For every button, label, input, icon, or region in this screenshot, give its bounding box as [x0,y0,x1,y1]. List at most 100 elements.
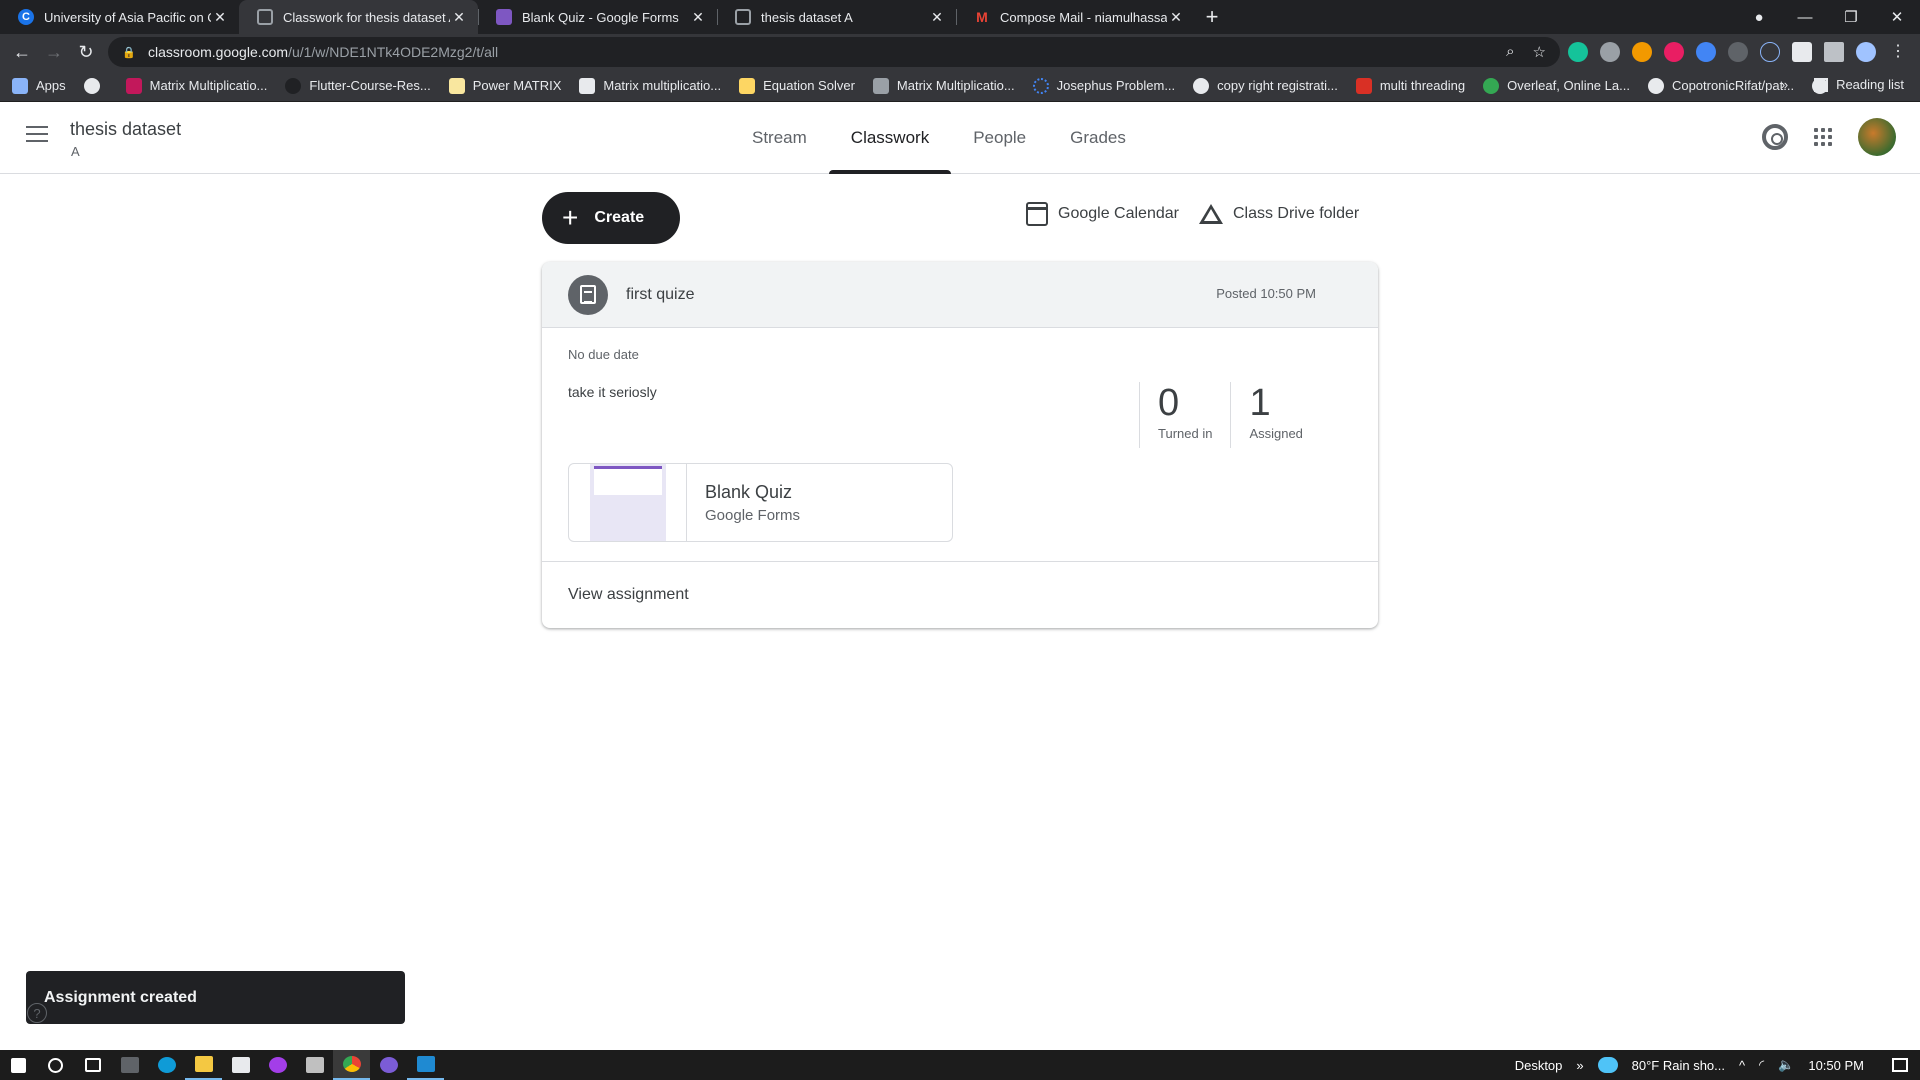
search-button[interactable] [37,1050,74,1080]
task-view-button[interactable] [74,1050,111,1080]
extensions-puzzle-icon[interactable] [1792,42,1812,62]
chevron-icon[interactable]: » [1576,1058,1583,1073]
profile-dot-icon[interactable]: ● [1736,9,1782,26]
turned-in-label: Turned in [1158,426,1213,441]
network-icon[interactable]: ◜ [1759,1057,1764,1073]
vscode-icon [416,1056,435,1072]
attachment-type: Google Forms [705,507,801,524]
screenshot-extension-icon[interactable] [1600,42,1620,62]
tab-people[interactable]: People [951,102,1048,174]
bookmark-item[interactable] [83,77,108,94]
main-menu-icon[interactable] [26,126,48,147]
help-icon[interactable]: ? [27,1003,47,1023]
extension-icon[interactable] [1632,42,1652,62]
minimize-button[interactable]: — [1782,9,1828,26]
class-drive-folder-link[interactable]: Class Drive folder [1198,202,1359,226]
taskbar-app[interactable] [111,1050,148,1080]
taskbar-app[interactable] [370,1050,407,1080]
desktop-toolbar[interactable]: Desktop [1515,1058,1563,1073]
reading-list-icon [1814,77,1829,92]
weather-icon [1597,1057,1618,1073]
volume-icon[interactable]: 🔈 [1778,1057,1794,1073]
bookmark-item[interactable]: Equation Solver [739,77,855,94]
taskbar-app[interactable] [296,1050,333,1080]
class-name[interactable]: thesis dataset [70,119,181,140]
bookmark-item[interactable]: Power MATRIX [448,77,561,94]
reload-button[interactable]: ↻ [70,36,102,68]
attachment-title: Blank Quiz [705,482,793,502]
reading-list-button[interactable]: » Reading list [1781,77,1904,92]
taskbar-app[interactable] [185,1050,222,1080]
bookmark-favicon-icon [872,77,889,94]
bookmark-item[interactable]: Overleaf, Online La... [1483,77,1630,94]
browser-tab-active[interactable]: Classwork for thesis dataset A ✕ [239,0,478,34]
tab-grades[interactable]: Grades [1048,102,1148,174]
zoom-icon[interactable]: ⌕ [1506,43,1514,61]
restore-button[interactable]: ❐ [1828,8,1874,26]
browser-tab[interactable]: C University of Asia Pacific on Cour ✕ [0,0,239,34]
close-tab-icon[interactable]: ✕ [689,9,707,26]
snackbar: Assignment created [26,971,405,1024]
profile-avatar-icon[interactable] [1856,42,1876,62]
media-control-icon[interactable] [1824,42,1844,62]
taskbar-app[interactable] [407,1050,444,1080]
close-tab-icon[interactable]: ✕ [450,9,468,26]
bookmark-item[interactable]: Matrix multiplicatio... [579,77,721,94]
chrome-menu-icon[interactable]: ⋮ [1888,42,1908,62]
bookmark-item[interactable]: Matrix Multiplicatio... [125,77,267,94]
close-tab-icon[interactable]: ✕ [928,9,946,26]
taskbar-app[interactable] [259,1050,296,1080]
create-button[interactable]: + Create [542,192,680,244]
close-tab-icon[interactable]: ✕ [211,9,229,26]
github-icon [285,77,302,94]
new-tab-button[interactable]: + [1195,0,1229,34]
weather-text[interactable]: 80°F Rain sho... [1632,1058,1725,1073]
browser-tab[interactable]: Blank Quiz - Google Forms ✕ [478,0,717,34]
notifications-icon[interactable] [1892,1058,1908,1072]
forward-button[interactable]: → [38,36,70,68]
apps-grid-icon [12,77,28,94]
back-button[interactable]: ← [6,36,38,68]
assigned-stat[interactable]: 1 Assigned [1230,382,1320,448]
close-window-button[interactable]: ✕ [1874,8,1920,26]
assignment-card-header[interactable]: first quize Posted 10:50 PM [542,262,1378,328]
extension-icon[interactable] [1728,42,1748,62]
google-apps-icon[interactable] [1814,128,1832,146]
chevron-right-icon[interactable]: » [1781,77,1788,92]
bookmark-item[interactable]: Flutter-Course-Res... [285,77,431,94]
bookmark-favicon-icon [448,77,465,94]
bookmark-item[interactable]: CopotronicRifat/pat... [1647,77,1794,94]
pen-extension-icon[interactable] [1760,42,1780,62]
bookmark-item[interactable]: Matrix Multiplicatio... [872,77,1015,94]
bookmarks-bar: Apps Matrix Multiplicatio... Flutter-Cou… [0,70,1920,102]
taskbar-app[interactable] [222,1050,259,1080]
tab-classwork[interactable]: Classwork [828,102,952,174]
classwork-links: Google Calendar Class Drive folder [1026,202,1359,226]
taskbar-app[interactable] [148,1050,185,1080]
assignment-title: first quize [626,285,695,303]
view-assignment-link[interactable]: View assignment [542,561,1378,628]
extension-icon[interactable] [1664,42,1684,62]
classroom-favicon-icon [257,9,273,25]
browser-tab[interactable]: M Compose Mail - niamulhassan64 ✕ [956,0,1195,34]
start-button[interactable] [0,1050,37,1080]
bookmark-star-icon[interactable]: ☆ [1533,43,1546,61]
google-calendar-link[interactable]: Google Calendar [1026,202,1179,226]
gear-icon[interactable] [1762,124,1788,150]
taskbar-app[interactable] [333,1050,370,1080]
bookmark-item[interactable]: copy right registrati... [1193,77,1338,94]
browser-tab[interactable]: thesis dataset A ✕ [717,0,956,34]
bookmark-item[interactable]: Josephus Problem... [1032,77,1175,94]
address-bar[interactable]: 🔒 classroom.google.com/u/1/w/NDE1NTk4ODE… [108,37,1560,67]
attachment-card[interactable]: Blank Quiz Google Forms [568,463,953,542]
show-hidden-icons[interactable]: ^ [1739,1058,1745,1073]
bookmark-item[interactable]: multi threading [1355,77,1465,94]
close-tab-icon[interactable]: ✕ [1167,9,1185,26]
bookmark-apps[interactable]: Apps [12,77,66,94]
avatar[interactable] [1858,118,1896,156]
tab-stream[interactable]: Stream [730,102,829,174]
turned-in-stat[interactable]: 0 Turned in [1139,382,1230,448]
download-extension-icon[interactable] [1696,42,1716,62]
clock[interactable]: 10:50 PM [1808,1058,1864,1073]
grammarly-extension-icon[interactable] [1568,42,1588,62]
